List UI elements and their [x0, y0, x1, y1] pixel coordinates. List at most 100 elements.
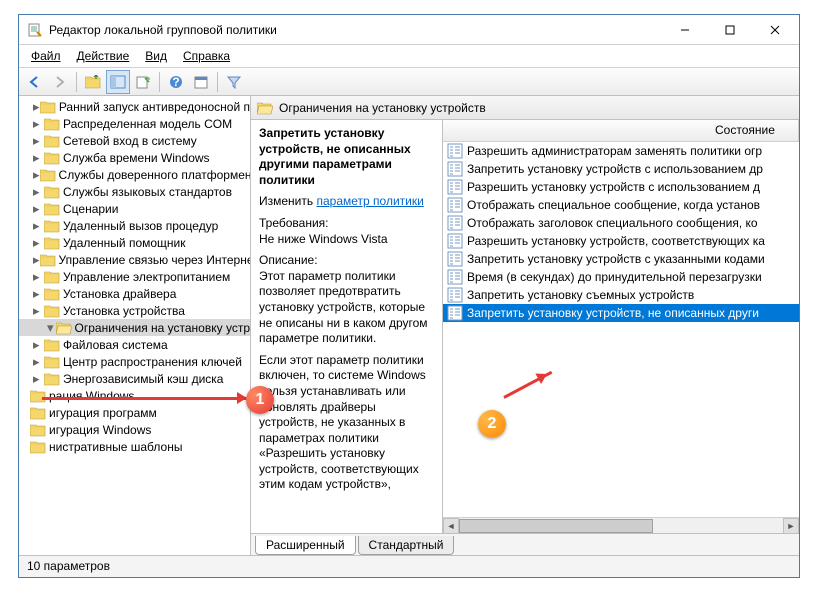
policy-icon [447, 179, 463, 195]
expand-icon[interactable]: ▸ [33, 356, 44, 367]
list-item-label: Запретить установку устройств с указанны… [467, 252, 765, 266]
menu-action[interactable]: Действие [71, 47, 136, 65]
tree-item[interactable]: ▸Ранний запуск антивредоносной п [19, 98, 250, 115]
menu-file[interactable]: Файл [25, 47, 67, 65]
menu-help[interactable]: Справка [177, 47, 236, 65]
folder-icon [44, 372, 60, 386]
expand-icon[interactable]: ▸ [33, 118, 44, 129]
tree-item[interactable]: ▸Установка драйвера [19, 285, 250, 302]
right-panel: Ограничения на установку устройств Запре… [251, 96, 799, 555]
tree-item-label: Энергозависимый кэш диска [63, 372, 223, 386]
tree-item[interactable]: ▸ Распределенная модель COM [19, 115, 250, 132]
tree-item[interactable]: ▸ Энергозависимый кэш диска [19, 370, 250, 387]
help-button[interactable]: ? [164, 70, 188, 94]
folder-icon [30, 440, 46, 454]
filter-button[interactable] [222, 70, 246, 94]
tree-item[interactable]: ▾ Ограничения на установку устр [19, 319, 250, 336]
horizontal-scrollbar[interactable]: ◄ ► [443, 517, 799, 533]
expand-icon[interactable]: ▸ [33, 288, 44, 299]
tree-item[interactable]: ▸Установка устройства [19, 302, 250, 319]
folder-icon [30, 423, 46, 437]
folder-icon [44, 304, 60, 318]
back-button[interactable] [23, 70, 47, 94]
list-item[interactable]: Запретить установку устройств с указанны… [443, 250, 799, 268]
content: ▸Ранний запуск антивредоносной п▸Распред… [19, 96, 799, 555]
list-body[interactable]: Разрешить администраторам заменять полит… [443, 142, 799, 517]
tree-item[interactable]: ▸Служба времени Windows [19, 149, 250, 166]
tab-extended[interactable]: Расширенный [255, 536, 356, 555]
tree-item[interactable]: ▸Сетевой вход в систему [19, 132, 250, 149]
expand-icon[interactable]: ▸ [33, 237, 44, 248]
expand-icon[interactable]: ▸ [33, 271, 44, 282]
expand-icon[interactable]: ▸ [33, 373, 44, 384]
maximize-button[interactable] [707, 15, 752, 44]
tree-item[interactable]: ▸Сценарии [19, 200, 250, 217]
expand-icon[interactable]: ▸ [33, 135, 44, 146]
titlebar: Редактор локальной групповой политики [19, 15, 799, 45]
list-item[interactable]: Время (в секундах) до принудительной пер… [443, 268, 799, 286]
list-item[interactable]: Отображать специальное сообщение, когда … [443, 196, 799, 214]
change-policy-link[interactable]: параметр политики [316, 194, 423, 208]
folder-icon [44, 236, 60, 250]
minimize-button[interactable] [662, 15, 707, 44]
tree-item[interactable]: ▸Центр распространения ключей [19, 353, 250, 370]
list-item[interactable]: Разрешить установку устройств с использо… [443, 178, 799, 196]
list-header: Состояние [443, 120, 799, 142]
folder-icon [44, 134, 60, 148]
export-button[interactable] [131, 70, 155, 94]
list-item-label: Разрешить установку устройств с использо… [467, 180, 760, 194]
folder-icon [44, 355, 60, 369]
scroll-right-button[interactable]: ► [783, 518, 799, 534]
list-item[interactable]: Запретить установку устройств с использо… [443, 160, 799, 178]
app-icon [27, 22, 43, 38]
list-item[interactable]: Разрешить установку устройств, соответст… [443, 232, 799, 250]
scroll-left-button[interactable]: ◄ [443, 518, 459, 534]
tree-item[interactable]: игурация Windows [19, 421, 250, 438]
tree-item-label: Распределенная модель COM [63, 117, 232, 131]
window-title: Редактор локальной групповой политики [49, 23, 662, 37]
list-item[interactable]: Запретить установку устройств, не описан… [443, 304, 799, 322]
tree-item[interactable]: ▸Управление связью через Интерне [19, 251, 250, 268]
list-item[interactable]: Отображать заголовок специального сообще… [443, 214, 799, 232]
tree-item[interactable]: ▸Удаленный помощник [19, 234, 250, 251]
col-state[interactable]: Состояние [709, 120, 799, 141]
expand-icon[interactable]: ▸ [33, 152, 44, 163]
window: Редактор локальной групповой политики Фа… [18, 14, 800, 578]
folder-icon [40, 168, 56, 182]
up-button[interactable] [81, 70, 105, 94]
annotation-arrow-1 [42, 397, 252, 400]
expand-icon[interactable]: ▸ [33, 186, 44, 197]
expand-icon[interactable]: ▸ [33, 101, 40, 112]
tree-item[interactable]: ▸Управление электропитанием [19, 268, 250, 285]
tab-standard[interactable]: Стандартный [358, 536, 455, 555]
tree-item[interactable]: ▸Файловая система [19, 336, 250, 353]
expand-icon[interactable]: ▸ [33, 220, 44, 231]
expand-icon[interactable]: ▸ [33, 339, 44, 350]
expand-icon[interactable]: ▾ [47, 322, 56, 333]
tree-item[interactable]: нистративные шаблоны [19, 438, 250, 455]
menubar: Файл Действие Вид Справка [19, 45, 799, 68]
annotation-badge-2: 2 [478, 410, 506, 438]
tree-item[interactable]: ▸ Удаленный вызов процедур [19, 217, 250, 234]
tree-panel[interactable]: ▸Ранний запуск антивредоносной п▸Распред… [19, 96, 251, 555]
properties-button[interactable] [189, 70, 213, 94]
svg-text:?: ? [172, 75, 179, 89]
list-item-label: Разрешить установку устройств, соответст… [467, 234, 765, 248]
close-button[interactable] [752, 15, 797, 44]
expand-icon[interactable]: ▸ [33, 203, 44, 214]
tree-item[interactable]: ▸Службы языковых стандартов [19, 183, 250, 200]
tree-item-label: Управление связью через Интерне [59, 253, 250, 267]
show-hide-tree-button[interactable] [106, 70, 130, 94]
tree-item[interactable]: рация Windows [19, 387, 250, 404]
list-item[interactable]: Запретить установку съемных устройств [443, 286, 799, 304]
tree-item-label: игурация Windows [49, 423, 151, 437]
menu-view[interactable]: Вид [139, 47, 173, 65]
forward-button[interactable] [48, 70, 72, 94]
tree-item[interactable]: ▸Службы доверенного платформен [19, 166, 250, 183]
list-item[interactable]: Разрешить администраторам заменять полит… [443, 142, 799, 160]
tree-item[interactable]: игурация программ [19, 404, 250, 421]
expand-icon[interactable]: ▸ [33, 305, 44, 316]
tree-item-label: Удаленный вызов процедур [63, 219, 218, 233]
tree-item-label: Ограничения на установку устр [75, 321, 250, 335]
scroll-thumb[interactable] [459, 519, 653, 533]
